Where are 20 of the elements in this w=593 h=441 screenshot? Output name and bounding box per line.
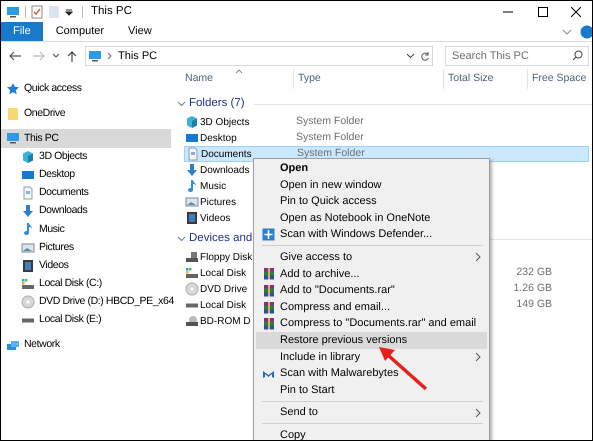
file-type: System Folder [296,115,364,128]
file-type: System Folder [297,147,365,160]
file-type: System Folder [296,131,364,144]
address-path: This PC [118,48,158,64]
file-name: Desktop [200,132,237,146]
total-size: 1.26 GB [513,282,552,294]
file-name: Downloads [200,164,250,178]
file-name: 3D Objects [200,116,250,130]
file-name: Documents [201,148,252,162]
total-size: 149 GB [516,298,552,310]
file-name: DVD Drive [200,282,248,296]
file-name: Floppy Disk [200,250,252,264]
window-title: This PC [91,4,132,19]
file-name: Music [200,180,226,194]
file-name: Pictures [200,196,236,210]
file-name: Local Disk [200,298,246,312]
file-name: BD-ROM D [200,314,251,328]
file-name: Videos [200,212,230,226]
file-name: Local Disk [200,266,246,280]
total-size: 232 GB [516,266,552,278]
